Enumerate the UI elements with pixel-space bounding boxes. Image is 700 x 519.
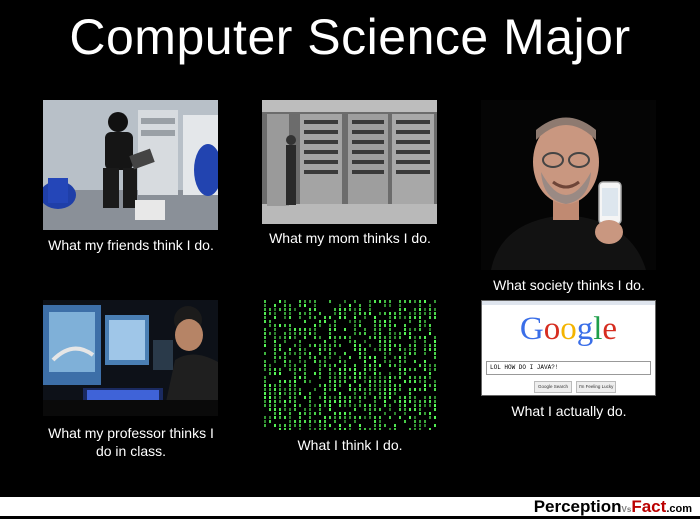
- site-logo: PerceptionVsFact.com: [534, 497, 692, 516]
- hacker-photo: [43, 100, 218, 230]
- google-logo: Google: [482, 311, 655, 348]
- panel-caption: What society thinks I do.: [493, 277, 645, 293]
- google-search-button[interactable]: Google Search: [534, 381, 572, 393]
- brand-domain: .com: [666, 503, 692, 515]
- matrix-code-image: [262, 300, 437, 430]
- panel-caption: What I actually do.: [511, 403, 627, 419]
- logo-letter: g: [576, 311, 594, 347]
- brand-perception: Perception: [533, 497, 622, 516]
- panel-caption: What I think I do.: [297, 437, 403, 453]
- logo-letter: o: [560, 311, 577, 347]
- search-input[interactable]: LOL HOW DO I JAVA?!: [486, 361, 651, 375]
- panel-caption: What my friends think I do.: [48, 237, 214, 253]
- page-title: Computer Science Major: [69, 9, 631, 65]
- caption-line-2: do in class.: [95, 443, 167, 459]
- mainframe-photo: [262, 100, 437, 224]
- panel-caption: What my mom thinks I do.: [269, 230, 431, 246]
- logo-letter: e: [602, 311, 618, 347]
- brand-fact: Fact: [631, 497, 667, 516]
- google-screenshot: Google LOL HOW DO I JAVA?! Google Search…: [481, 300, 656, 396]
- presenter-photo: [481, 100, 656, 270]
- gamer-photo: [43, 300, 218, 416]
- caption-line-1: What my professor thinks I: [48, 425, 214, 441]
- panel-caption: What my professor thinks I do in class.: [26, 424, 236, 460]
- feeling-lucky-button[interactable]: I'm Feeling Lucky: [576, 381, 616, 393]
- logo-letter: o: [543, 311, 561, 347]
- browser-bar: [482, 301, 655, 305]
- logo-letter: G: [519, 311, 544, 347]
- google-page: Google LOL HOW DO I JAVA?! Google Search…: [482, 301, 655, 395]
- footer-bar: PerceptionVsFact.com: [0, 497, 700, 516]
- brand-vs: Vs: [621, 505, 632, 514]
